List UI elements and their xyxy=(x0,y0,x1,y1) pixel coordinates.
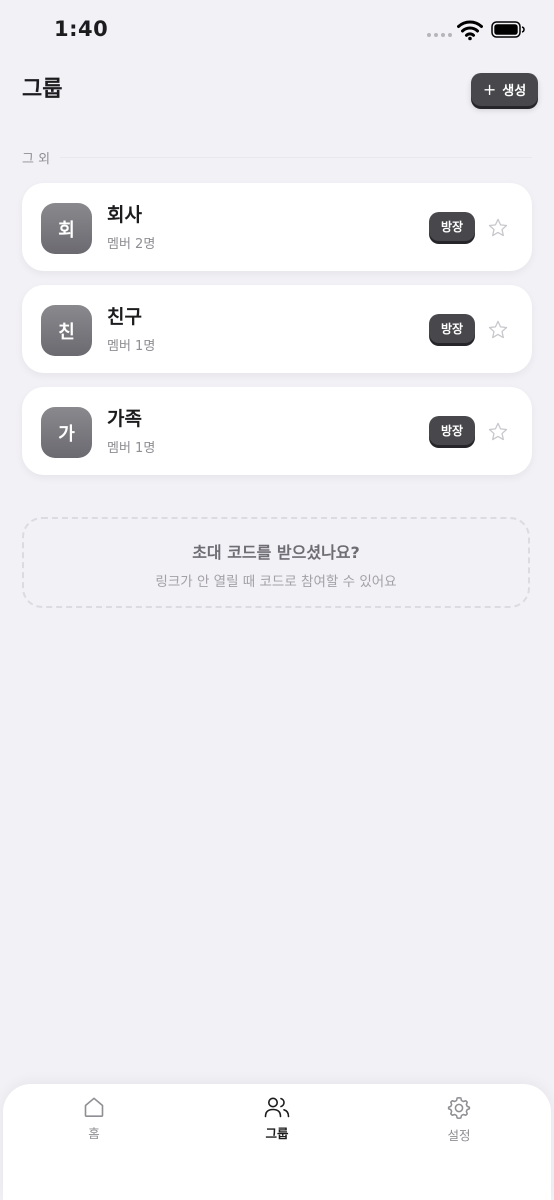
star-icon[interactable] xyxy=(487,421,509,443)
group-avatar: 친 xyxy=(41,305,92,356)
invite-code-box[interactable]: 초대 코드를 받으셨나요? 링크가 안 열릴 때 코드로 참여할 수 있어요 xyxy=(22,517,530,608)
tab-settings[interactable]: 설정 xyxy=(414,1095,504,1144)
page-title: 그룹 xyxy=(22,77,63,102)
cellular-signal-icon xyxy=(427,33,452,37)
group-name: 친구 xyxy=(107,306,142,328)
section-divider xyxy=(60,157,532,158)
group-avatar: 회 xyxy=(41,203,92,254)
gear-icon xyxy=(447,1096,471,1120)
invite-subtitle: 링크가 안 열릴 때 코드로 참여할 수 있어요 xyxy=(155,574,397,590)
status-time: 1:40 xyxy=(54,17,109,41)
create-group-button[interactable]: + 생성 xyxy=(471,73,538,106)
role-badge: 방장 xyxy=(429,314,475,343)
tab-home[interactable]: 홈 xyxy=(49,1095,139,1142)
star-icon[interactable] xyxy=(487,319,509,341)
create-button-label: 생성 xyxy=(502,84,527,99)
users-icon xyxy=(264,1097,290,1118)
group-card[interactable]: 가 가족 멤버 1명 방장 xyxy=(22,387,532,475)
role-badge: 방장 xyxy=(429,212,475,241)
invite-title: 초대 코드를 받으셨나요? xyxy=(192,543,360,562)
tab-label: 설정 xyxy=(447,1128,471,1143)
star-icon[interactable] xyxy=(487,217,509,239)
tab-label: 홈 xyxy=(88,1126,100,1141)
group-name: 회사 xyxy=(107,204,142,226)
group-name: 가족 xyxy=(107,408,142,430)
tab-bar: 홈 그룹 설정 xyxy=(3,1084,551,1200)
member-count: 멤버 1명 xyxy=(107,441,156,456)
status-bar: 1:40 xyxy=(0,0,554,60)
group-card[interactable]: 회 회사 멤버 2명 방장 xyxy=(22,183,532,271)
member-count: 멤버 2명 xyxy=(107,237,156,252)
group-avatar: 가 xyxy=(41,407,92,458)
plus-icon: + xyxy=(482,79,497,99)
group-card[interactable]: 친 친구 멤버 1명 방장 xyxy=(22,285,532,373)
section-label: 그 외 xyxy=(22,152,51,167)
battery-icon xyxy=(491,21,525,38)
wifi-icon xyxy=(457,20,483,41)
home-icon xyxy=(84,1097,104,1117)
member-count: 멤버 1명 xyxy=(107,339,156,354)
tab-label: 그룹 xyxy=(265,1126,289,1141)
tab-groups[interactable]: 그룹 xyxy=(232,1095,322,1142)
role-badge: 방장 xyxy=(429,416,475,445)
